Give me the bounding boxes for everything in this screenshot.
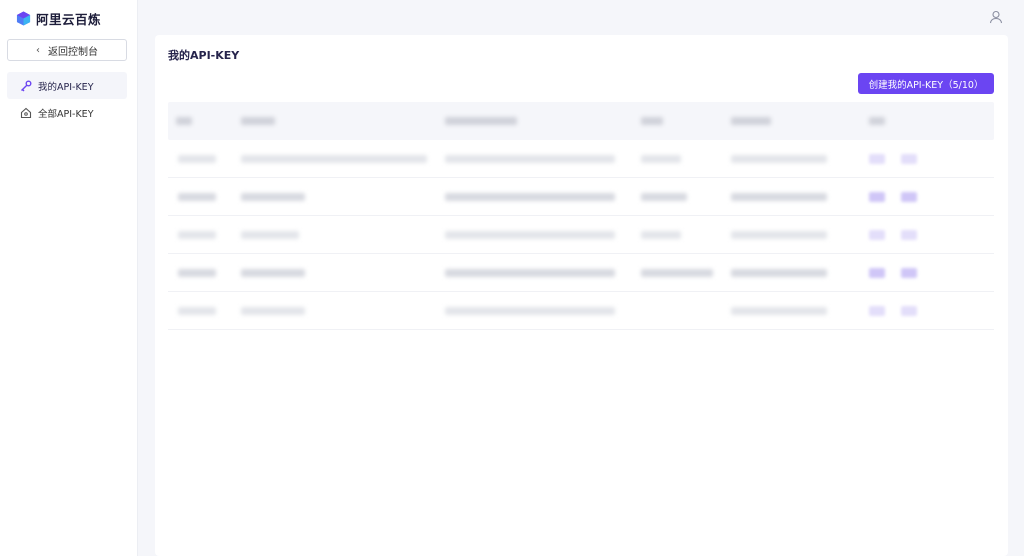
chevron-left-icon: ‹ [36,44,40,56]
row-action-button[interactable] [901,267,917,278]
sidebar-item-label: 全部API-KEY [38,108,94,120]
table-header [168,102,994,140]
brand[interactable]: 阿里云百炼 [16,9,101,27]
row-action-button[interactable] [901,305,917,316]
sidebar: 阿里云百炼 ‹ 返回控制台 我的API-KEY 全部API-KEY [0,0,138,556]
back-to-console-label: 返回控制台 [48,46,98,58]
brand-name: 阿里云百炼 [36,11,102,27]
sidebar-item-all-api-key[interactable]: 全部API-KEY [7,99,127,126]
api-key-table [168,102,994,330]
table-row[interactable] [168,292,994,330]
row-action-button[interactable] [901,191,917,202]
page-title: 我的API-KEY [168,49,240,62]
column-header [241,117,275,125]
sidebar-nav: 我的API-KEY 全部API-KEY [7,72,127,126]
home-key-icon [19,106,32,119]
user-icon[interactable] [989,10,1003,24]
table-row[interactable] [168,254,994,292]
table-row[interactable] [168,216,994,254]
column-header [731,117,771,125]
column-header [869,117,885,125]
bailian-logo-icon [16,10,31,26]
sidebar-item-my-api-key[interactable]: 我的API-KEY [7,72,127,99]
back-to-console-button[interactable]: ‹ 返回控制台 [7,39,127,61]
create-api-key-button[interactable]: 创建我的API-KEY（5/10） [858,73,994,94]
row-action-button[interactable] [869,229,885,240]
row-action-button[interactable] [869,305,885,316]
row-action-button[interactable] [901,153,917,164]
table-row[interactable] [168,140,994,178]
column-header [641,117,663,125]
key-icon [19,79,32,92]
row-action-button[interactable] [901,229,917,240]
row-action-button[interactable] [869,267,885,278]
row-action-button[interactable] [869,191,885,202]
row-action-button[interactable] [869,153,885,164]
table-row[interactable] [168,178,994,216]
sidebar-item-label: 我的API-KEY [38,81,94,93]
column-header [445,117,517,125]
main-panel: 我的API-KEY 创建我的API-KEY（5/10） [155,35,1008,556]
column-header [176,117,192,125]
